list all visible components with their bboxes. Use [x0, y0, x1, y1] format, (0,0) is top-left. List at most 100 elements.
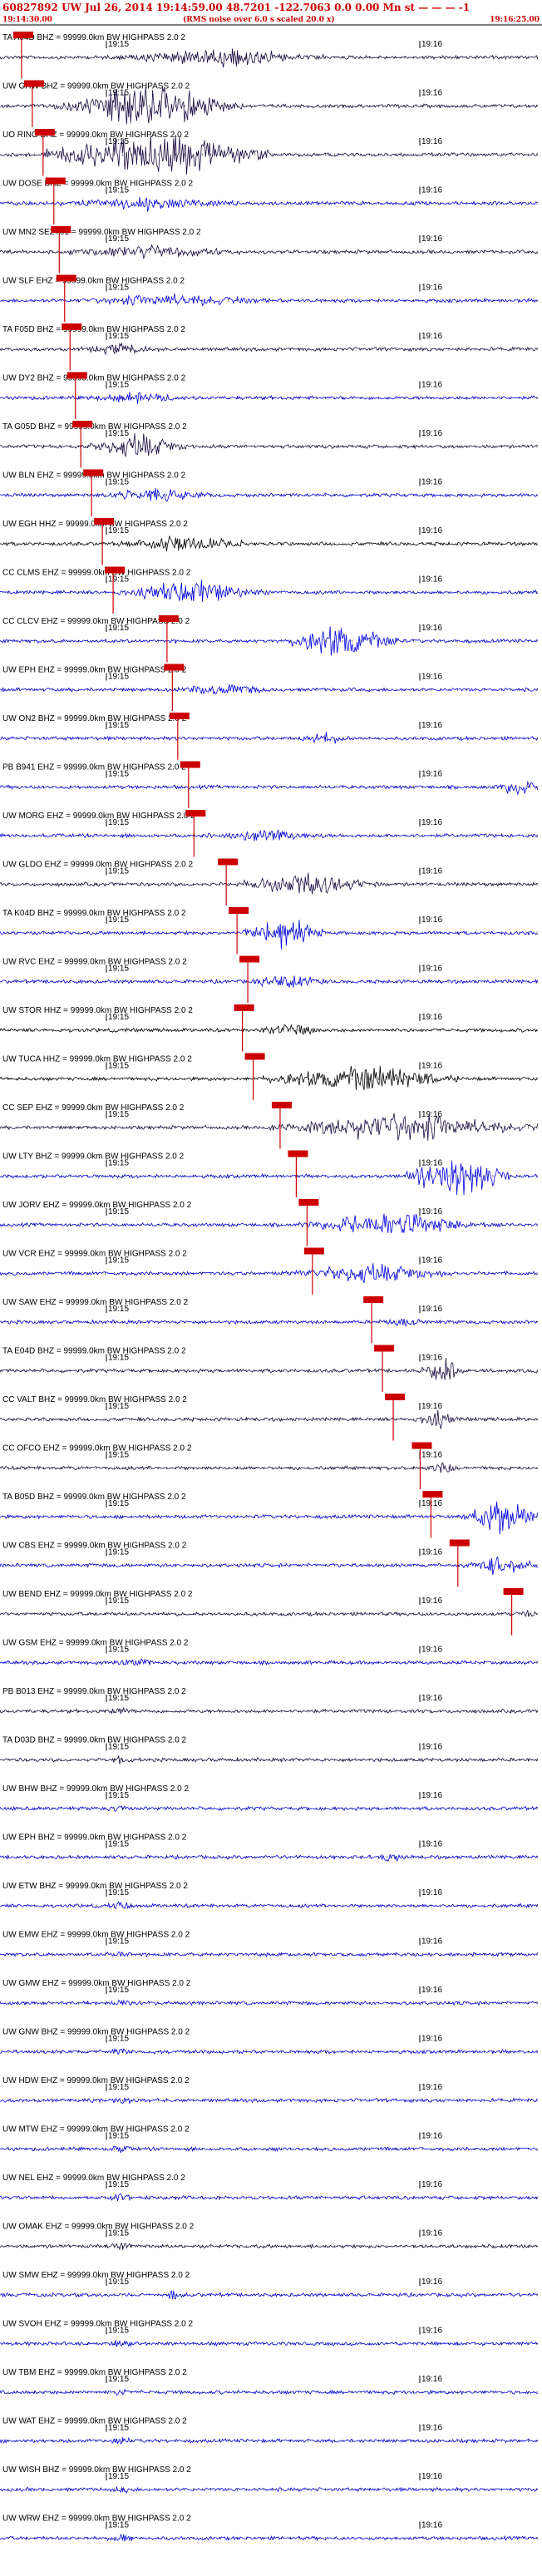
tick-label: 19:16 [421, 1840, 442, 1849]
waveform [0, 1113, 539, 1141]
tick-label: 19:16 [421, 284, 442, 293]
tick-label: 19:16 [421, 1937, 442, 1947]
pick-marker [67, 372, 87, 379]
channel-row: UW GMW EHZ = 99999.0km BW HIGHPASS 2.0 2… [0, 1979, 539, 2006]
tick-label: 19:15 [108, 186, 129, 195]
channel-label: UW EMW EHZ = 99999.0km BW HIGHPASS 2.0 2 [2, 1931, 190, 1940]
channel-label: UW MN2 SEZT01 = 99999.0km BW HIGHPASS 2.… [2, 228, 201, 237]
channel-label: UW SAW EHZ = 99999.0km BW HIGHPASS 2.0 2 [2, 1298, 189, 1307]
tick-label: 19:16 [421, 1596, 442, 1606]
tick-label: 19:15 [108, 1937, 129, 1947]
tick-label: 19:15 [108, 2375, 129, 2384]
channel-label: UW NEL EHZ = 99999.0km BW HIGHPASS 2.0 2 [2, 2174, 185, 2183]
channel-row: UW ON2 BHZ = 99999.0km BW HIGHPASS 2.0 2… [0, 713, 539, 760]
tick-label: 19:15 [108, 867, 129, 876]
tick-label: 19:16 [421, 1305, 442, 1314]
channel-row: UO RING BHZ = 99999.0km BW HIGHPASS 2.0 … [0, 129, 539, 176]
channel-row: TA F05D BHZ = 99999.0km BW HIGHPASS 2.0 … [0, 323, 539, 371]
channel-label: UW SMW EHZ = 99999.0km BW HIGHPASS 2.0 2 [2, 2271, 190, 2280]
channel-row: UW OMAK EHZ = 99999.0km BW HIGHPASS 2.0 … [0, 2223, 538, 2251]
pick-marker [158, 615, 179, 622]
channel-label: UO RING BHZ = 99999.0km BW HIGHPASS 2.0 … [2, 131, 189, 140]
channel-label: UW MORG EHZ = 99999.0km BW HIGHPASS 2.0 … [2, 812, 195, 821]
tick-label: 19:15 [108, 1986, 129, 1995]
channel-row: TA E04D BHZ = 99999.0km BW HIGHPASS 2.0 … [0, 1345, 539, 1392]
channel-row: CC OFCO EHZ = 99999.0km BW HIGHPASS 2.0 … [0, 1442, 538, 1489]
channel-label: UW DY2 BHZ = 99999.0km BW HIGHPASS 2.0 2 [2, 374, 186, 383]
channel-label: UW MTW EHZ = 99999.0km BW HIGHPASS 2.0 2 [2, 2125, 190, 2134]
tick-label: 19:16 [421, 2229, 442, 2238]
waveform [0, 135, 539, 175]
tick-label: 19:16 [421, 2424, 442, 2433]
channel-label: TA B05D BHZ = 99999.0km BW HIGHPASS 2.0 … [2, 1493, 186, 1502]
tick-label: 19:15 [108, 429, 129, 438]
tick-label: 19:16 [421, 673, 442, 682]
tick-label: 19:15 [108, 1013, 129, 1022]
tick-label: 19:15 [108, 332, 129, 341]
channel-row: UW MN2 SEZT01 = 99999.0km BW HIGHPASS 2.… [0, 226, 539, 274]
waveform [0, 975, 539, 988]
tick-label: 19:15 [108, 575, 129, 585]
tick-label: 19:16 [421, 1207, 442, 1216]
tick-label: 19:16 [421, 186, 442, 195]
pick-marker [23, 80, 44, 87]
tick-label: 19:15 [108, 770, 129, 779]
waveform [0, 1901, 539, 1910]
pick-marker [169, 713, 190, 719]
channel-row: UW SAW EHZ = 99999.0km BW HIGHPASS 2.0 2… [0, 1296, 539, 1344]
waveform [0, 1358, 539, 1380]
channel-label: UW BEND EHZ = 99999.0km BW HIGHPASS 2.0 … [2, 1590, 193, 1599]
pick-marker [83, 469, 104, 476]
pick-marker [503, 1588, 524, 1595]
tick-label: 19:16 [421, 770, 442, 779]
tick-label: 19:16 [421, 2035, 442, 2044]
waveform [0, 1658, 539, 1666]
tick-label: 19:16 [421, 1354, 442, 1363]
tick-label: 19:15 [108, 1402, 129, 1411]
waveform [0, 2486, 539, 2495]
tick-label: 19:15 [108, 478, 129, 487]
tick-label: 19:15 [108, 234, 129, 244]
waveform [0, 392, 539, 404]
channel-row: UW DY2 BHZ = 99999.0km BW HIGHPASS 2.0 2… [0, 372, 539, 419]
tick-label: 19:15 [108, 1207, 129, 1216]
waveform [0, 1951, 539, 1958]
tick-label: 19:15 [108, 818, 129, 827]
channel-label: TA E04D BHZ = 99999.0km BW HIGHPASS 2.0 … [2, 1347, 186, 1356]
tick-label: 19:16 [421, 478, 442, 487]
pick-marker [45, 177, 66, 185]
channel-row: UW BEND EHZ = 99999.0km BW HIGHPASS 2.0 … [0, 1588, 538, 1636]
channel-label: UW GSM EHZ = 99999.0km BW HIGHPASS 2.0 2 [2, 1639, 189, 1648]
tick-label: 19:15 [108, 1646, 129, 1655]
waveform [0, 1754, 539, 1764]
channel-label: UW GLDO EHZ = 99999.0km BW HIGHPASS 2.0 … [2, 861, 193, 870]
channel-label: UW RVC EHZ = 99999.0km BW HIGHPASS 2.0 2 [2, 958, 187, 967]
tick-label: 19:15 [108, 40, 129, 49]
tick-label: 19:15 [108, 2472, 129, 2481]
channel-row: UW EMW EHZ = 99999.0km BW HIGHPASS 2.0 2… [0, 1931, 539, 1958]
pick-marker [244, 1053, 265, 1060]
waveform [0, 2436, 539, 2445]
pick-marker [385, 1394, 406, 1400]
tick-label: 19:16 [421, 915, 442, 925]
waveform [0, 2193, 539, 2202]
tick-label: 19:15 [108, 2180, 129, 2189]
pick-marker [62, 323, 82, 330]
tick-label: 19:15 [108, 1499, 129, 1508]
tick-label: 19:15 [108, 1888, 129, 1897]
channel-row: TA D03D BHZ = 99999.0km BW HIGHPASS 2.0 … [0, 1736, 539, 1764]
channel-label: UW TBM EHZ = 99999.0km BW HIGHPASS 2.0 2 [2, 2368, 187, 2377]
pick-marker [234, 1004, 254, 1011]
channel-label: CC CLMS EHZ = 99999.0km BW HIGHPASS 2.0 … [2, 569, 191, 578]
pick-marker [288, 1150, 308, 1157]
channel-label: PB B941 EHZ = 99999.0km BW HIGHPASS 2.0 … [2, 763, 186, 772]
channel-row: TA A04D BHZ = 99999.0km BW HIGHPASS 2.0 … [0, 32, 539, 79]
pick-marker [218, 858, 239, 866]
chart-subtitle: (RMS noise over 6.0 s scaled 20.0 x) [183, 15, 335, 24]
channel-row: UW RVC EHZ = 99999.0km BW HIGHPASS 2.0 2… [0, 955, 539, 1003]
tick-label: 19:15 [108, 1110, 129, 1119]
pick-marker [411, 1442, 432, 1449]
tick-label: 19:16 [421, 1013, 442, 1022]
channel-label: TA D03D BHZ = 99999.0km BW HIGHPASS 2.0 … [2, 1736, 187, 1745]
tick-label: 19:16 [421, 2277, 442, 2287]
